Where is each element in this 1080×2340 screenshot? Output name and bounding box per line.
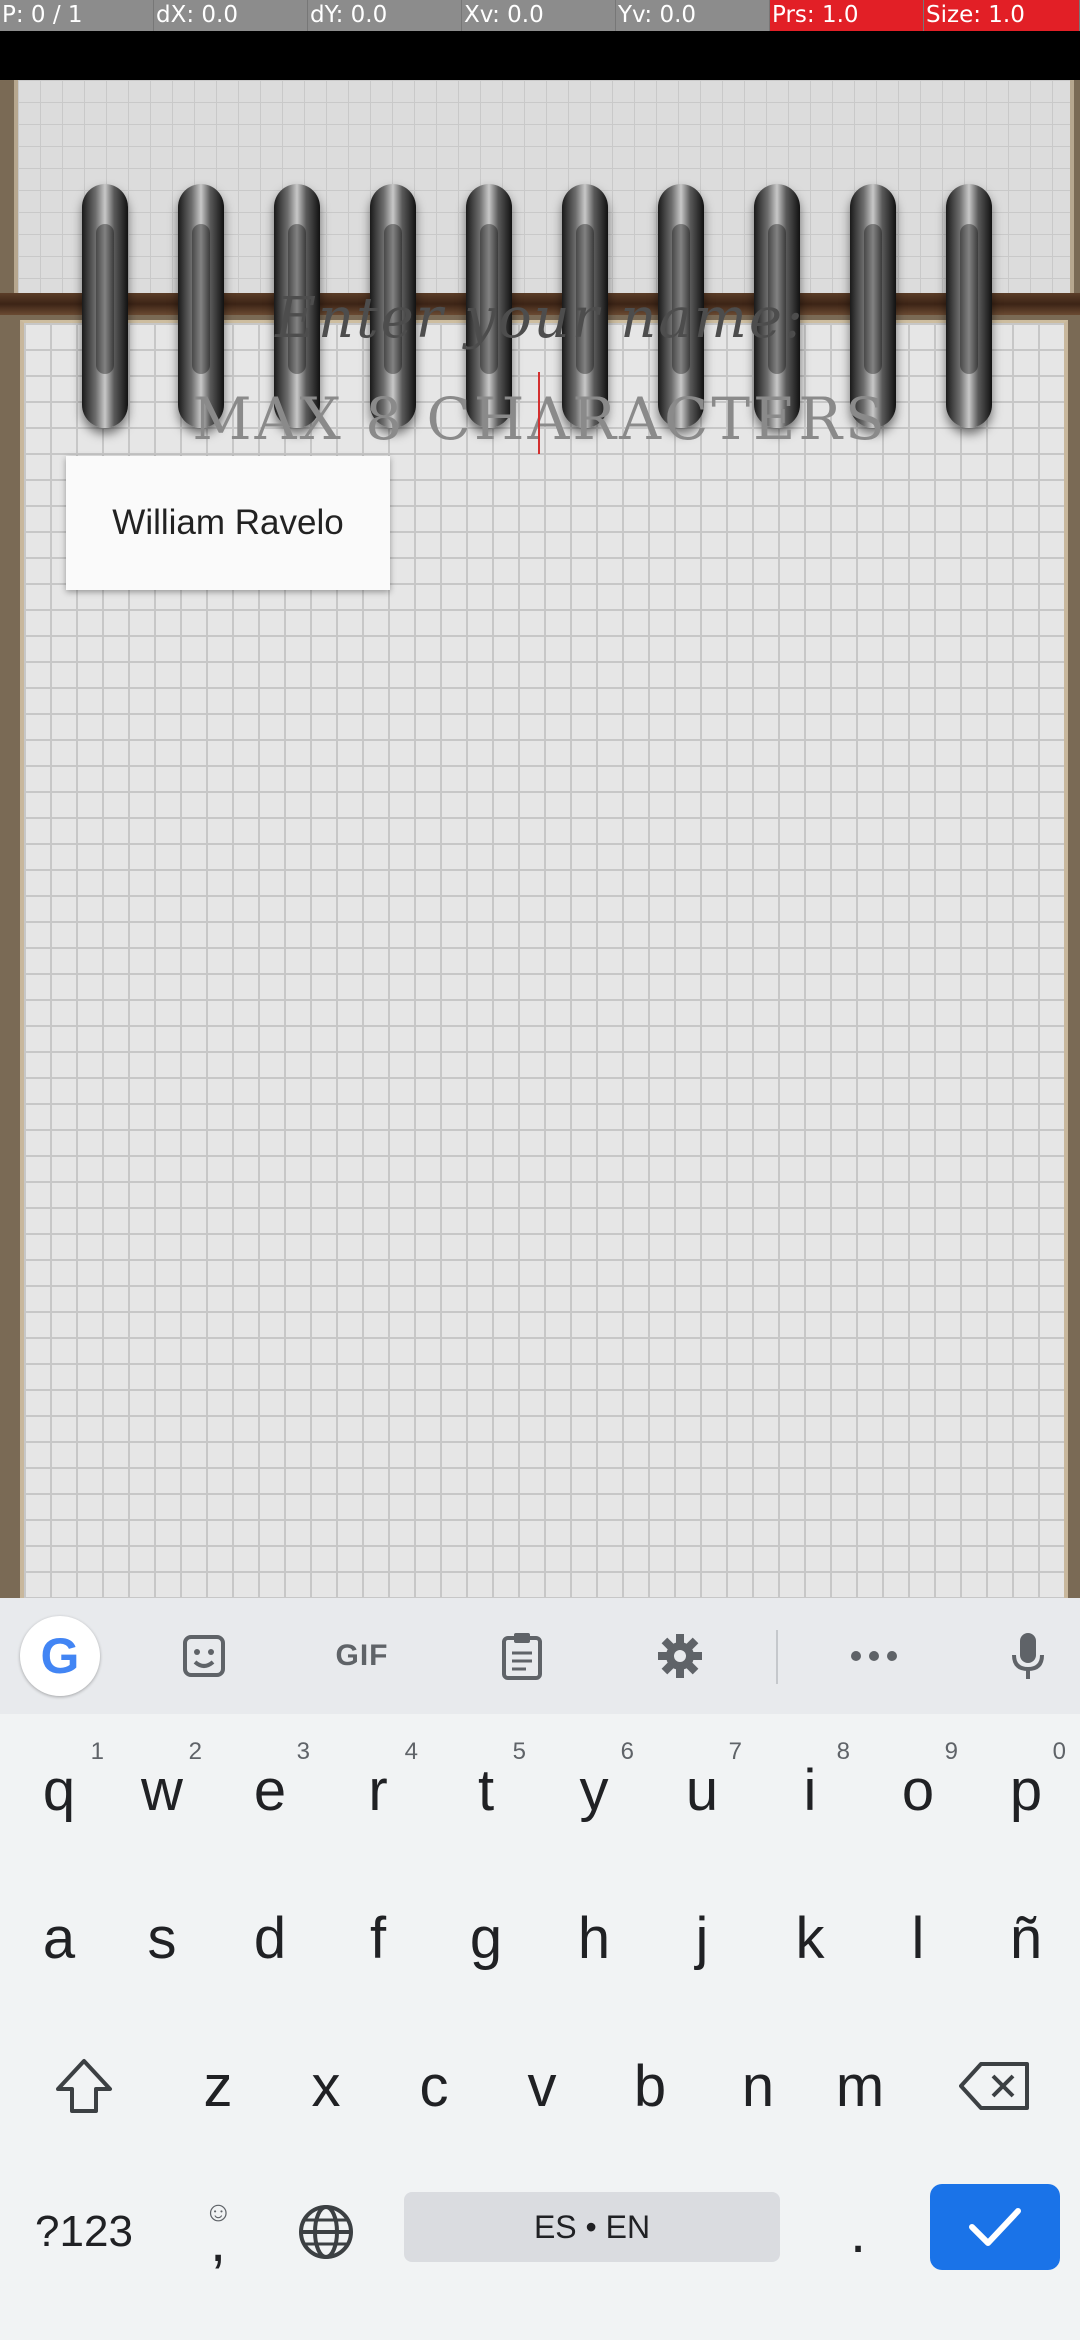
key-k[interactable]: k <box>756 1864 864 2012</box>
key-hint: 3 <box>296 1738 310 1765</box>
key-hint: 7 <box>728 1738 742 1765</box>
key-hint: 9 <box>944 1738 958 1765</box>
key-i[interactable]: i8 <box>756 1716 864 1864</box>
key-o[interactable]: o9 <box>864 1716 972 1864</box>
gif-label: GIF <box>335 1639 389 1672</box>
key-row-1: q1 w2 e3 r4 t5 y6 u7 i8 o9 p0 <box>0 1716 1080 1864</box>
settings-icon[interactable] <box>638 1614 722 1698</box>
key-v[interactable]: v <box>488 2012 596 2160</box>
key-z[interactable]: z <box>164 2012 272 2160</box>
period-key[interactable]: . <box>808 2158 908 2306</box>
key-r[interactable]: r4 <box>324 1716 432 1864</box>
key-hint: 0 <box>1052 1738 1066 1765</box>
key-a[interactable]: a <box>0 1864 118 2012</box>
key-u[interactable]: u7 <box>648 1716 756 1864</box>
autofill-suggestion[interactable]: William Ravelo <box>66 456 390 590</box>
comma-key[interactable]: ☺ , <box>168 2158 268 2306</box>
velocity-x: Xv: 0.0 <box>462 0 616 31</box>
clipboard-icon[interactable] <box>480 1614 564 1698</box>
velocity-y: Yv: 0.0 <box>616 0 770 31</box>
more-icon[interactable] <box>832 1614 916 1698</box>
pressure: Prs: 1.0 <box>770 0 924 31</box>
delta-y: dY: 0.0 <box>308 0 462 31</box>
key-c[interactable]: c <box>380 2012 488 2160</box>
key-label: u <box>685 1757 719 1823</box>
symbols-key[interactable]: ?123 <box>14 2158 154 2306</box>
touch-size: Size: 1.0 <box>924 0 1080 31</box>
key-label: e <box>253 1757 287 1823</box>
key-hint: 2 <box>188 1738 202 1765</box>
globe-icon <box>299 2205 353 2259</box>
enter-name-prompt: Enter your name: <box>275 286 805 351</box>
key-label: p <box>1009 1757 1043 1823</box>
key-label: i <box>803 1757 817 1823</box>
key-x[interactable]: x <box>272 2012 380 2160</box>
key-p[interactable]: p0 <box>972 1716 1080 1864</box>
sticker-icon[interactable] <box>162 1614 246 1698</box>
key-hint: 1 <box>90 1738 104 1765</box>
key-hint: 5 <box>512 1738 526 1765</box>
gif-icon[interactable]: GIF <box>320 1614 404 1698</box>
space-bar[interactable]: ES • EN <box>404 2192 780 2262</box>
key-hint: 4 <box>404 1738 418 1765</box>
google-icon[interactable]: G <box>18 1614 102 1698</box>
key-b[interactable]: b <box>596 2012 704 2160</box>
toolbar-divider <box>776 1630 778 1684</box>
key-label: y <box>579 1757 609 1823</box>
shift-icon <box>56 2059 112 2113</box>
enter-key[interactable] <box>930 2184 1060 2270</box>
notebook-back-page <box>14 80 1074 300</box>
key-label: o <box>901 1757 935 1823</box>
backspace-key[interactable] <box>930 2012 1060 2160</box>
key-d[interactable]: d <box>216 1864 324 2012</box>
delta-x: dX: 0.0 <box>154 0 308 31</box>
key-t[interactable]: t5 <box>432 1716 540 1864</box>
backspace-icon <box>959 2062 1029 2110</box>
key-label: r <box>368 1757 388 1823</box>
pointer-debug-bar: P: 0 / 1 dX: 0.0 dY: 0.0 Xv: 0.0 Yv: 0.0… <box>0 0 1080 31</box>
key-q[interactable]: q1 <box>0 1716 118 1864</box>
key-row-2: a s d f g h j k l ñ <box>0 1864 1080 2012</box>
key-row-3: z x c v b n m <box>0 2012 1080 2160</box>
key-n-tilde[interactable]: ñ <box>972 1864 1080 2012</box>
key-s[interactable]: s <box>108 1864 216 2012</box>
key-y[interactable]: y6 <box>540 1716 648 1864</box>
key-label: t <box>477 1757 495 1823</box>
key-f[interactable]: f <box>324 1864 432 2012</box>
soft-keyboard: G GIF q1 w2 e3 r4 t5 y6 u7 i8 o9 p0 a s … <box>0 1598 1080 2340</box>
key-m[interactable]: m <box>806 2012 914 2160</box>
keyboard-toolbar: G GIF <box>0 1598 1080 1714</box>
key-h[interactable]: h <box>540 1864 648 2012</box>
mic-icon[interactable] <box>986 1614 1070 1698</box>
max-characters-hint: MAX 8 CHARACTERS <box>192 385 888 453</box>
key-e[interactable]: e3 <box>216 1716 324 1864</box>
emoji-icon: ☺ <box>204 2196 233 2227</box>
text-cursor <box>538 372 540 454</box>
key-n[interactable]: n <box>704 2012 812 2160</box>
key-label: q <box>42 1757 76 1823</box>
pointer-count: P: 0 / 1 <box>0 0 154 31</box>
language-key[interactable] <box>276 2158 376 2306</box>
key-label: w <box>141 1757 183 1823</box>
key-hint: 6 <box>620 1738 634 1765</box>
shift-key[interactable] <box>20 2012 148 2160</box>
key-j[interactable]: j <box>648 1864 756 2012</box>
key-hint: 8 <box>836 1738 850 1765</box>
key-w[interactable]: w2 <box>108 1716 216 1864</box>
key-g[interactable]: g <box>432 1864 540 2012</box>
check-icon <box>969 2208 1021 2246</box>
key-l[interactable]: l <box>864 1864 972 2012</box>
